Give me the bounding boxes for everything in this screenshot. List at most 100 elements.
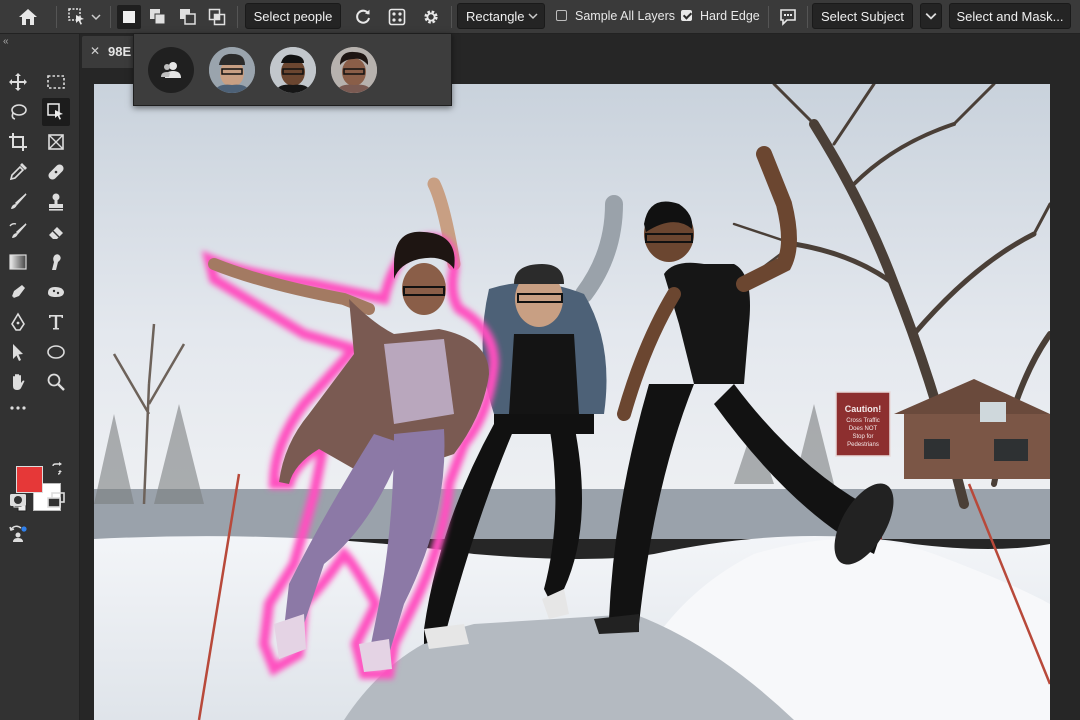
object-selection-icon: [68, 8, 84, 25]
swap-colors-icon[interactable]: [50, 462, 64, 476]
crop-tool[interactable]: [4, 128, 32, 156]
collapse-panel-icon[interactable]: «: [3, 36, 9, 47]
type-tool[interactable]: [42, 308, 70, 336]
person-face-icon: [209, 47, 255, 93]
person-face-icon: [331, 47, 377, 93]
object-selection-tool[interactable]: [42, 98, 70, 126]
sample-all-layers-label: Sample All Layers: [575, 9, 676, 23]
type-icon: [49, 315, 63, 330]
stamp-icon: [49, 193, 63, 211]
hand-icon: [13, 374, 25, 390]
magnifier-icon: [47, 373, 65, 391]
close-tab-icon[interactable]: ✕: [90, 44, 100, 58]
ellipse-icon: [47, 345, 65, 359]
mode-select[interactable]: Rectangle: [457, 3, 545, 29]
sign-line-3: Does NOT: [849, 426, 878, 432]
stamp-tool[interactable]: [42, 188, 70, 216]
options-bar: Select people Rectangle Sample All Layer…: [0, 0, 1080, 34]
zoom-tool[interactable]: [42, 368, 70, 396]
select-all-people-button[interactable]: [148, 47, 194, 93]
screen-mode-button[interactable]: [42, 486, 70, 514]
pen-tool[interactable]: [4, 308, 32, 336]
share-user-icon: [9, 525, 27, 542]
settings-button[interactable]: [418, 4, 444, 30]
pen-icon: [11, 312, 25, 331]
select-people-label: Select people: [253, 8, 333, 24]
select-subject-button[interactable]: Select Subject: [812, 3, 913, 29]
sponge-icon: [48, 287, 64, 297]
sign-line-4: Stop for: [852, 434, 873, 440]
brush-icon: [11, 193, 27, 209]
subtract-from-selection-button[interactable]: [176, 5, 200, 29]
mode-select-value: Rectangle: [466, 8, 525, 24]
select-subject-label: Select Subject: [820, 8, 905, 24]
dodge-tool[interactable]: [4, 278, 32, 306]
hand-tool[interactable]: [4, 368, 32, 396]
select-subject-dropdown[interactable]: [920, 3, 942, 29]
ellipse-tool[interactable]: [42, 338, 70, 366]
add-selection-icon: [150, 9, 166, 25]
new-selection-icon: [123, 11, 135, 23]
sample-all-layers-checkbox[interactable]: [556, 10, 567, 21]
intersect-selection-icon: [208, 8, 226, 26]
gear-icon: [424, 10, 438, 24]
brush-tool[interactable]: [4, 188, 32, 216]
history-brush-tool[interactable]: [4, 218, 32, 246]
smudge-tool[interactable]: [42, 248, 70, 276]
image-canvas[interactable]: Caution! Cross Traffic Does NOT Stop for…: [94, 84, 1050, 720]
hard-edge-label: Hard Edge: [700, 9, 760, 23]
add-to-selection-button[interactable]: [146, 5, 170, 29]
marquee-tool[interactable]: [42, 68, 70, 96]
refresh-button[interactable]: [350, 4, 376, 30]
edit-toolbar-button[interactable]: [4, 394, 32, 422]
chevron-down-icon: [91, 14, 101, 21]
arrow-pointer-icon: [13, 344, 23, 361]
refresh-icon: [356, 9, 370, 24]
frame-icon: [48, 134, 64, 150]
select-people-popover: [133, 33, 452, 106]
intersect-selection-button[interactable]: [205, 5, 229, 29]
frame-tool[interactable]: [42, 128, 70, 156]
people-icon: [161, 62, 181, 78]
feedback-button[interactable]: [775, 4, 801, 30]
select-people-button[interactable]: Select people: [245, 3, 341, 29]
sign-line-5: Pedestrians: [847, 442, 879, 448]
chevron-down-icon: [528, 13, 538, 20]
crop-icon: [9, 133, 27, 151]
eyedropper-tool[interactable]: [4, 158, 32, 186]
sponge-tool[interactable]: [42, 278, 70, 306]
bandage-icon: [48, 164, 64, 180]
sign-line-2: Cross Traffic: [846, 418, 880, 424]
move-tool[interactable]: [4, 68, 32, 96]
eyedropper-icon: [9, 163, 27, 181]
eraser-tool[interactable]: [42, 218, 70, 246]
share-button[interactable]: [4, 520, 32, 548]
feedback-icon: [780, 9, 796, 26]
person-thumbnail-1[interactable]: [209, 47, 255, 93]
quick-mask-button[interactable]: [4, 486, 32, 514]
home-icon: [19, 9, 37, 25]
person-thumbnail-3[interactable]: [331, 47, 377, 93]
history-brush-icon: [9, 222, 27, 238]
subtract-selection-icon: [180, 9, 196, 25]
path-selection-tool[interactable]: [4, 338, 32, 366]
select-and-mask-button[interactable]: Select and Mask...: [949, 3, 1071, 29]
lasso-tool[interactable]: [4, 98, 32, 126]
gradient-tool[interactable]: [4, 248, 32, 276]
new-selection-button[interactable]: [117, 5, 141, 29]
sample-layers-button[interactable]: [384, 4, 410, 30]
person-face-icon: [270, 47, 316, 93]
rect-marquee-icon: [47, 75, 65, 89]
move-icon: [9, 73, 27, 91]
select-and-mask-label: Select and Mask...: [956, 8, 1064, 24]
smudge-icon: [52, 254, 61, 270]
quick-mask-icon: [10, 494, 26, 506]
healing-brush-tool[interactable]: [42, 158, 70, 186]
document-tab-title: 98E: [108, 44, 132, 59]
eraser-icon: [49, 227, 63, 239]
hard-edge-checkbox[interactable]: [681, 10, 692, 21]
tool-preset-picker[interactable]: [64, 4, 104, 30]
chevron-down-icon: [925, 12, 937, 20]
home-button[interactable]: [14, 4, 42, 30]
person-thumbnail-2[interactable]: [270, 47, 316, 93]
